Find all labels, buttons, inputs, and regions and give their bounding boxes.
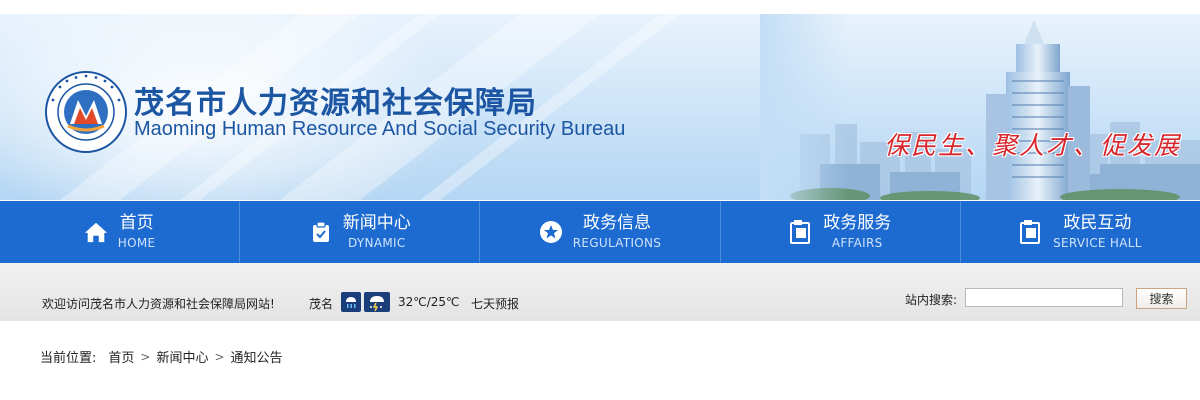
nav-label: 政民互动 [1063, 213, 1132, 233]
home-icon [84, 220, 108, 244]
welcome-text: 欢迎访问茂名市人力资源和社会保障局网站! [42, 297, 275, 311]
temperature-text: 32℃/25℃ [398, 295, 460, 309]
nav-label: 政务服务 [823, 213, 892, 233]
nav-item-news[interactable]: 新闻中心 DYNAMIC [240, 201, 481, 263]
info-bar: 欢迎访问茂名市人力资源和社会保障局网站! 茂名 32℃/25℃ 七天预报 站内搜… [0, 263, 1200, 321]
breadcrumb: 当前位置: 首页 > 新闻中心 > 通知公告 [40, 347, 283, 367]
bureau-logo [45, 71, 127, 153]
star-circle-icon [539, 220, 563, 244]
nav-item-affairs[interactable]: 政务服务 AFFAIRS [721, 201, 961, 263]
search-label: 站内搜索: [905, 293, 958, 307]
site-title-english: Maoming Human Resource And Social Securi… [134, 118, 626, 140]
nav-item-regulations[interactable]: 政务信息 REGULATIONS [480, 201, 721, 263]
weather-city: 茂名 [309, 297, 334, 311]
nav-sublabel: HOME [117, 236, 156, 250]
breadcrumb-notice-link[interactable]: 通知公告 [231, 347, 283, 366]
rain-icon [341, 292, 361, 312]
slogan-text: 保民生、聚人才、促发展 [884, 131, 1182, 160]
breadcrumb-label: 当前位置: [40, 351, 97, 366]
chevron-right-icon: > [140, 349, 151, 364]
breadcrumb-home-link[interactable]: 首页 [108, 347, 134, 366]
nav-sublabel: AFFAIRS [831, 236, 883, 250]
search-button[interactable]: 搜索 [1136, 288, 1187, 309]
clipboard-check-icon [309, 220, 333, 244]
main-nav: 首页 HOME 新闻中心 DYNAMIC 政务信息 REGULATIONS 政务… [0, 201, 1200, 263]
nav-label: 首页 [119, 213, 154, 233]
nav-sublabel: DYNAMIC [348, 236, 406, 250]
nav-sublabel: REGULATIONS [572, 236, 662, 250]
document-icon [1019, 220, 1043, 244]
nav-label: 政务信息 [583, 213, 651, 233]
header-banner: 茂名市人力资源和社会保障局 Maoming Human Resource And… [0, 14, 1200, 200]
chevron-right-icon: > [214, 349, 225, 364]
site-title: 茂名市人力资源和社会保障局 [134, 86, 537, 121]
thunderstorm-icon [364, 292, 390, 312]
nav-item-home[interactable]: 首页 HOME [0, 201, 241, 263]
nav-sublabel: SERVICE HALL [1053, 236, 1142, 250]
document-icon [789, 220, 813, 244]
search-input[interactable] [965, 288, 1123, 307]
seven-day-forecast-link[interactable]: 七天预报 [471, 295, 519, 312]
nav-label: 新闻中心 [342, 213, 411, 233]
breadcrumb-news-link[interactable]: 新闻中心 [156, 347, 208, 366]
nav-item-interaction[interactable]: 政民互动 SERVICE HALL [961, 201, 1200, 263]
